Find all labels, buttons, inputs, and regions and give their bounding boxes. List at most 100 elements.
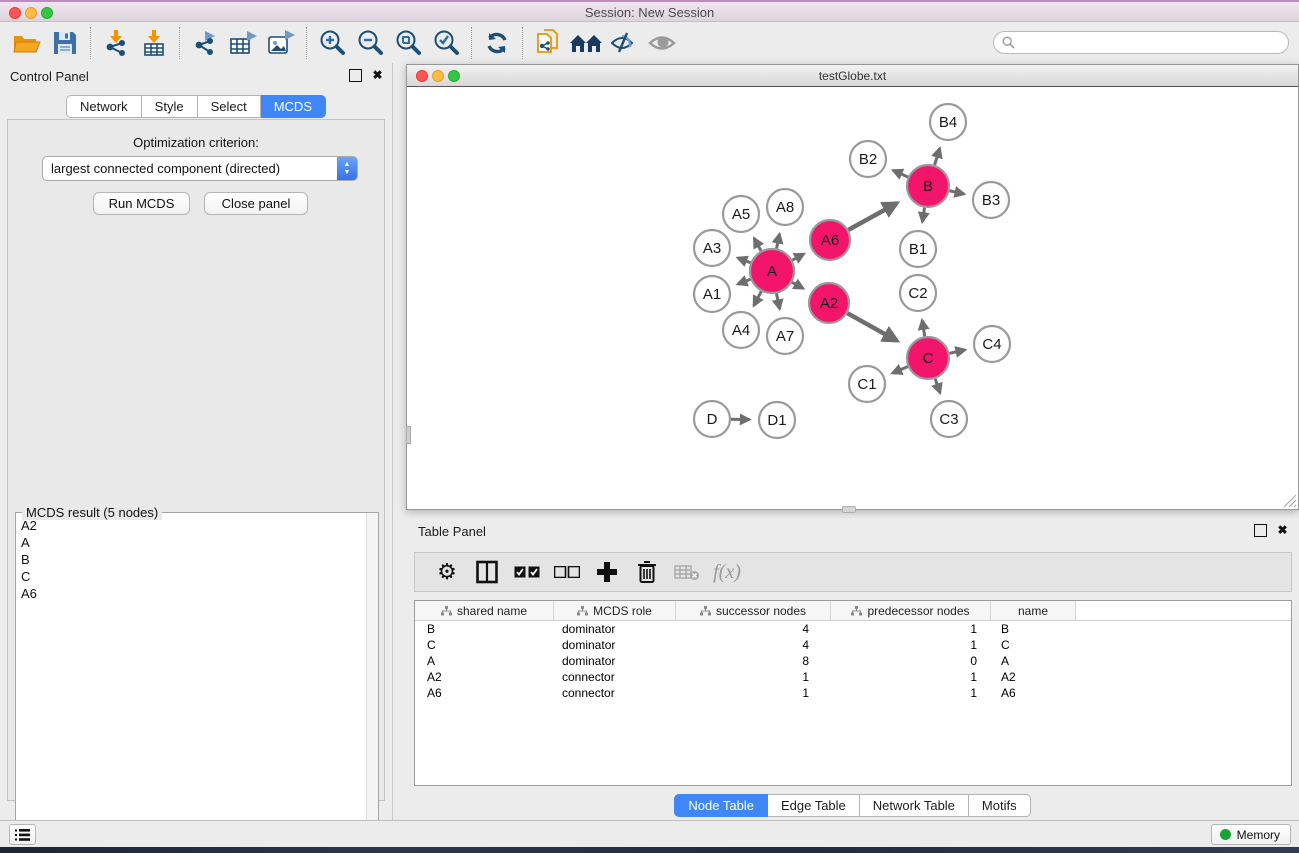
table-tab-edge-table[interactable]: Edge Table	[768, 794, 860, 817]
delete-columns-button[interactable]	[627, 556, 667, 588]
column-header-predecessor-nodes[interactable]: predecessor nodes	[831, 601, 991, 620]
graph-node-label: A6	[821, 232, 839, 249]
column-header-MCDS-role[interactable]: MCDS role	[554, 601, 676, 620]
birds-eye-view-button[interactable]	[643, 26, 681, 60]
open-session-button[interactable]	[8, 26, 46, 60]
mcds-result-box: MCDS result (5 nodes) A2ABCA6	[15, 512, 379, 852]
table-row[interactable]: Cdominator41C	[415, 637, 1291, 653]
run-mcds-button[interactable]: Run MCDS	[93, 192, 190, 215]
graphics-details-button[interactable]	[605, 26, 643, 60]
control-panel-header: Control Panel ✖	[0, 63, 392, 89]
search-input[interactable]	[1020, 36, 1280, 50]
zoom-selected-icon	[432, 29, 460, 57]
node-table[interactable]: shared nameMCDS rolesuccessor nodesprede…	[414, 600, 1292, 786]
graph-edge-A-A7[interactable]	[777, 294, 780, 309]
show-columns-button[interactable]	[467, 556, 507, 588]
zoom-out-button[interactable]	[351, 26, 389, 60]
close-panel-button[interactable]: Close panel	[204, 192, 308, 215]
graph-edge-C-C3[interactable]	[935, 379, 940, 393]
table-tab-node-table[interactable]: Node Table	[674, 794, 768, 817]
result-item[interactable]: B	[16, 551, 366, 568]
splitter-handle-left[interactable]	[406, 426, 411, 444]
table-cell: 4	[676, 622, 831, 636]
table-close-icon[interactable]: ✖	[1276, 524, 1289, 537]
import-table-button[interactable]	[135, 26, 173, 60]
zoom-in-button[interactable]	[313, 26, 351, 60]
zoom-selected-button[interactable]	[427, 26, 465, 60]
result-item[interactable]: A6	[16, 585, 366, 602]
show-panel-list-button[interactable]	[9, 824, 36, 845]
network-graph[interactable]: B4B2BB3A5A8A6A3B1AA1C2A2A4A7C4CC1C3DD1	[407, 88, 1298, 509]
graph-edge-A-A5[interactable]	[754, 238, 761, 251]
column-header-successor-nodes[interactable]: successor nodes	[676, 601, 831, 620]
table-settings-button[interactable]: ⚙	[427, 556, 467, 588]
graph-node-label: B2	[859, 151, 877, 168]
graph-node-label: A5	[732, 206, 750, 223]
splitter-handle-bottom[interactable]	[842, 506, 856, 513]
save-session-button[interactable]	[46, 26, 84, 60]
graph-edge-C-C4[interactable]	[949, 350, 965, 353]
column-header-shared-name[interactable]: shared name	[415, 601, 554, 620]
float-panel-icon[interactable]	[349, 69, 362, 82]
show-all-networks-button[interactable]	[567, 26, 605, 60]
graph-edge-B-B1[interactable]	[922, 208, 924, 222]
result-item[interactable]: C	[16, 568, 366, 585]
tab-network[interactable]: Network	[66, 95, 142, 118]
network-canvas[interactable]: B4B2BB3A5A8A6A3B1AA1C2A2A4A7C4CC1C3DD1	[407, 88, 1298, 509]
graph-edge-B-B2[interactable]	[893, 170, 908, 177]
table-row[interactable]: A2connector11A2	[415, 669, 1291, 685]
tab-style[interactable]: Style	[142, 95, 198, 118]
result-item[interactable]: A2	[16, 517, 366, 534]
delete-table-button[interactable]	[667, 556, 707, 588]
table-tab-motifs[interactable]: Motifs	[969, 794, 1031, 817]
select-all-columns-button[interactable]	[507, 556, 547, 588]
refresh-button[interactable]	[478, 26, 516, 60]
criterion-dropdown[interactable]: largest connected component (directed) ▲…	[42, 156, 358, 181]
export-table-button[interactable]	[224, 26, 262, 60]
graph-edge-A-A4[interactable]	[754, 291, 761, 305]
graph-edge-C-C1[interactable]	[892, 367, 907, 374]
clone-network-button[interactable]	[529, 26, 567, 60]
mcds-tab-content: Optimization criterion: largest connecte…	[7, 119, 385, 801]
create-column-button[interactable]	[587, 556, 627, 588]
mcds-result-list[interactable]: A2ABCA6	[16, 517, 366, 851]
table-float-icon[interactable]	[1254, 524, 1267, 537]
app-titlebar[interactable]: Session: New Session	[0, 0, 1299, 22]
graph-edge-A6-B[interactable]	[848, 203, 897, 230]
search-box[interactable]	[993, 31, 1289, 54]
close-panel-icon[interactable]: ✖	[371, 69, 384, 82]
tab-mcds[interactable]: MCDS	[261, 95, 326, 118]
unselect-all-columns-button[interactable]	[547, 556, 587, 588]
zoom-fit-button[interactable]	[389, 26, 427, 60]
graph-edge-A2-C[interactable]	[847, 313, 897, 341]
control-panel-title: Control Panel	[10, 69, 89, 84]
graph-edge-A-A3[interactable]	[738, 258, 751, 263]
graph-edge-A-A1[interactable]	[738, 279, 751, 284]
table-panel: Table Panel ✖ ⚙	[406, 518, 1299, 820]
export-image-button[interactable]	[262, 26, 300, 60]
import-network-button[interactable]	[97, 26, 135, 60]
graph-edge-A-A6[interactable]	[792, 254, 804, 260]
tab-select[interactable]: Select	[198, 95, 261, 118]
graph-edge-A-A8[interactable]	[777, 234, 780, 248]
table-row[interactable]: Adominator80A	[415, 653, 1291, 669]
table-cell: A2	[991, 670, 1076, 684]
graph-edge-A-A2[interactable]	[792, 282, 803, 288]
graph-edge-C-C2[interactable]	[922, 320, 924, 336]
memory-button[interactable]: Memory	[1211, 824, 1291, 845]
network-window-titlebar[interactable]: testGlobe.txt	[407, 65, 1298, 87]
resize-grip-icon[interactable]	[1281, 492, 1297, 508]
table-row[interactable]: A6connector11A6	[415, 685, 1291, 701]
column-header-name[interactable]: name	[991, 601, 1076, 620]
graph-edge-B-B3[interactable]	[949, 191, 964, 194]
table-cell: 1	[676, 670, 831, 684]
table-row[interactable]: Bdominator41B	[415, 621, 1291, 637]
graph-edge-B-B4[interactable]	[935, 148, 940, 165]
result-scrollbar[interactable]	[366, 513, 378, 851]
export-network-button[interactable]	[186, 26, 224, 60]
table-tab-network-table[interactable]: Network Table	[860, 794, 969, 817]
table-cell: A6	[415, 686, 554, 700]
graph-node-label: C4	[982, 336, 1001, 353]
function-builder-button[interactable]: f(x)	[707, 556, 747, 588]
result-item[interactable]: A	[16, 534, 366, 551]
